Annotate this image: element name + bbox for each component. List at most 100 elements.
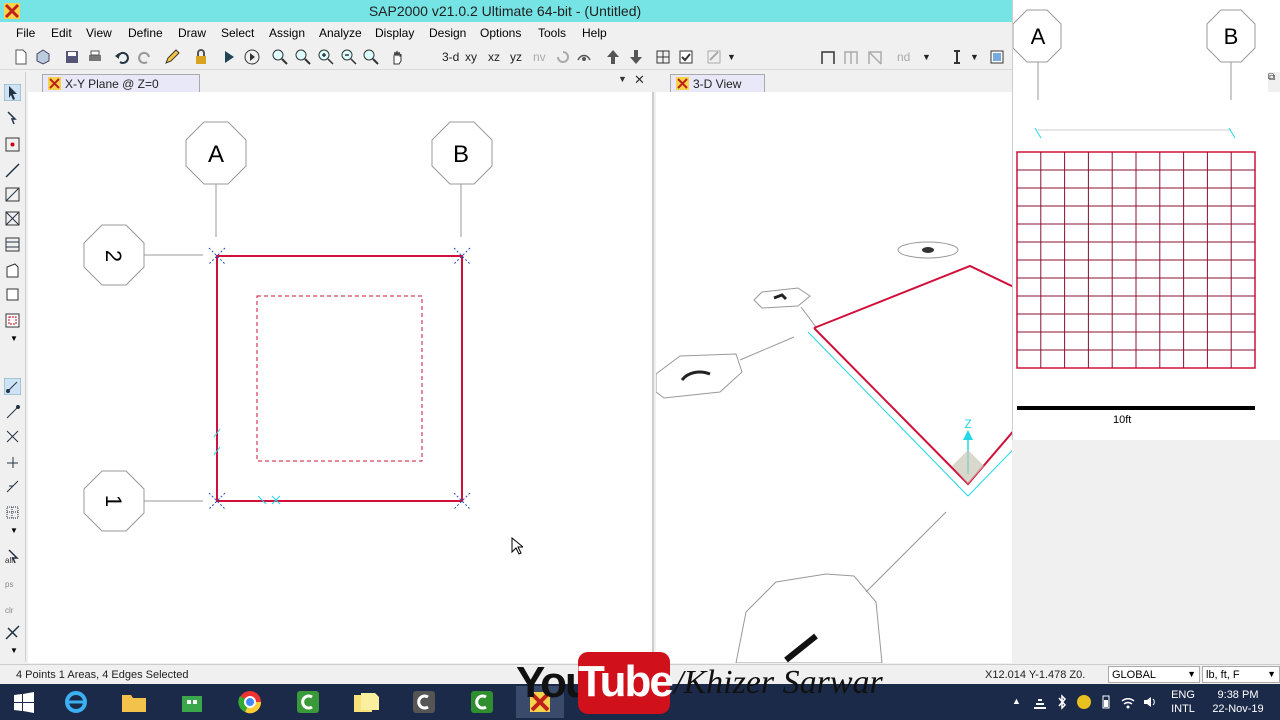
input-language[interactable]: ENG INTL	[1166, 688, 1200, 716]
more-snap-arrow[interactable]: ▼	[10, 526, 18, 535]
quick-brace-icon[interactable]	[4, 210, 21, 227]
grid-display-icon[interactable]	[988, 48, 1006, 66]
tab-3d-view[interactable]: 3-D View	[670, 74, 765, 92]
taskbar-store[interactable]	[168, 686, 216, 718]
wifi-icon[interactable]	[1120, 694, 1136, 710]
menu-tools[interactable]: Tools	[538, 26, 566, 40]
coord-system-select[interactable]: GLOBAL ▼	[1108, 666, 1200, 683]
view-nv-button[interactable]: nv	[533, 50, 546, 64]
snap-perpendicular-icon[interactable]	[4, 454, 21, 471]
previous-select-button[interactable]: ps	[5, 580, 13, 589]
taskbar-camtasia-editor[interactable]	[458, 686, 506, 718]
taskbar-app[interactable]	[574, 686, 622, 718]
lock-icon[interactable]	[192, 48, 210, 66]
print-icon[interactable]	[86, 48, 104, 66]
snap-grid-icon[interactable]	[4, 504, 21, 521]
snap-intersection-icon[interactable]	[4, 428, 21, 445]
menu-assign[interactable]: Assign	[269, 26, 305, 40]
taskbar-explorer[interactable]	[110, 686, 158, 718]
quick-frame-icon[interactable]	[4, 186, 21, 203]
snap-lines-icon[interactable]	[4, 478, 21, 495]
quick-area-icon[interactable]	[4, 312, 21, 329]
taskbar-files[interactable]	[342, 686, 390, 718]
xy-plane-view[interactable]: A B 2 1	[28, 92, 654, 663]
check-box-icon[interactable]	[677, 48, 695, 66]
bluetooth-icon[interactable]	[1054, 694, 1070, 710]
draw-frame-icon[interactable]	[819, 48, 837, 66]
rotate-icon[interactable]	[554, 48, 572, 66]
assign-icon[interactable]	[705, 48, 723, 66]
reshape-icon[interactable]	[4, 110, 21, 127]
quick-secondary-icon[interactable]	[4, 236, 21, 253]
start-button[interactable]	[0, 686, 48, 718]
draw-area-icon[interactable]	[4, 262, 21, 279]
view-xy-button[interactable]: xy	[465, 50, 477, 64]
3d-view[interactable]: Z	[656, 92, 1012, 663]
security-icon[interactable]	[1076, 694, 1092, 710]
units-select[interactable]: lb, ft, F ▼	[1202, 666, 1280, 683]
new-model-icon[interactable]	[34, 48, 52, 66]
perspective-icon[interactable]	[575, 48, 593, 66]
draw-frames-icon[interactable]	[842, 48, 860, 66]
tray-expand-icon[interactable]: ▲	[1012, 696, 1021, 706]
nd-button[interactable]: nd	[897, 50, 910, 64]
move-down-icon[interactable]	[627, 48, 645, 66]
network-icon[interactable]	[1032, 694, 1048, 710]
nd-dropdown-arrow[interactable]: ▼	[922, 52, 931, 62]
view-yz-button[interactable]: yz	[510, 50, 522, 64]
new-file-icon[interactable]	[12, 48, 30, 66]
tab-xy-plane[interactable]: X-Y Plane @ Z=0	[42, 74, 200, 92]
zoom-previous-icon[interactable]	[362, 48, 380, 66]
menu-define[interactable]: Define	[128, 26, 163, 40]
selected-area-boundary[interactable]	[216, 255, 463, 502]
draw-rect-area-icon[interactable]	[4, 286, 21, 303]
menu-help[interactable]: Help	[582, 26, 607, 40]
undo-icon[interactable]	[113, 48, 131, 66]
3d-frame-side[interactable]	[813, 327, 1012, 486]
menu-design[interactable]: Design	[429, 26, 466, 40]
text-cursor-icon[interactable]	[948, 48, 966, 66]
menu-options[interactable]: Options	[480, 26, 521, 40]
xy-pane-dropdown-icon[interactable]: ▼	[618, 74, 627, 84]
snap-points-icon[interactable]	[4, 378, 21, 395]
taskbar-camtasia[interactable]	[284, 686, 332, 718]
taskbar-sap2000[interactable]	[516, 686, 564, 718]
3d-frame-top[interactable]	[813, 264, 1012, 329]
battery-icon[interactable]	[1098, 694, 1114, 710]
move-up-icon[interactable]	[604, 48, 622, 66]
text-dropdown-arrow[interactable]: ▼	[970, 52, 979, 62]
taskbar-chrome[interactable]	[226, 686, 274, 718]
menu-draw[interactable]: Draw	[178, 26, 206, 40]
view-xz-button[interactable]: xz	[488, 50, 500, 64]
menu-analyze[interactable]: Analyze	[319, 26, 362, 40]
draw-line-icon[interactable]	[4, 162, 21, 179]
select-all-button[interactable]: all	[5, 556, 13, 565]
area-object-dashed[interactable]	[256, 295, 423, 462]
draw-joint-icon[interactable]	[4, 136, 21, 153]
menu-display[interactable]: Display	[375, 26, 414, 40]
snap-ends-icon[interactable]	[4, 404, 21, 421]
zoom-window-icon[interactable]	[271, 48, 289, 66]
more-tools-arrow[interactable]: ▼	[10, 334, 18, 343]
zoom-in-icon[interactable]	[317, 48, 335, 66]
more-select-arrow[interactable]: ▼	[10, 646, 18, 655]
pencil-icon[interactable]	[163, 48, 181, 66]
menu-view[interactable]: View	[86, 26, 112, 40]
pointer-icon[interactable]	[4, 84, 21, 101]
restore-icon[interactable]: ⧉	[1268, 72, 1280, 92]
zoom-full-icon[interactable]	[294, 48, 312, 66]
display-options-icon[interactable]	[654, 48, 672, 66]
taskbar-ie[interactable]	[52, 686, 100, 718]
zoom-out-icon[interactable]	[340, 48, 358, 66]
pan-hand-icon[interactable]	[389, 48, 407, 66]
volume-icon[interactable]	[1142, 694, 1158, 710]
redo-icon[interactable]	[136, 48, 154, 66]
view-3d-button[interactable]: 3-d	[442, 50, 459, 64]
taskbar-clock[interactable]: 9:38 PM 22-Nov-19	[1204, 688, 1272, 716]
run-now-icon[interactable]	[243, 48, 261, 66]
run-analysis-icon[interactable]	[220, 48, 238, 66]
intersecting-line-icon[interactable]	[4, 624, 21, 641]
menu-file[interactable]: File	[16, 26, 35, 40]
menu-select[interactable]: Select	[221, 26, 254, 40]
save-icon[interactable]	[63, 48, 81, 66]
